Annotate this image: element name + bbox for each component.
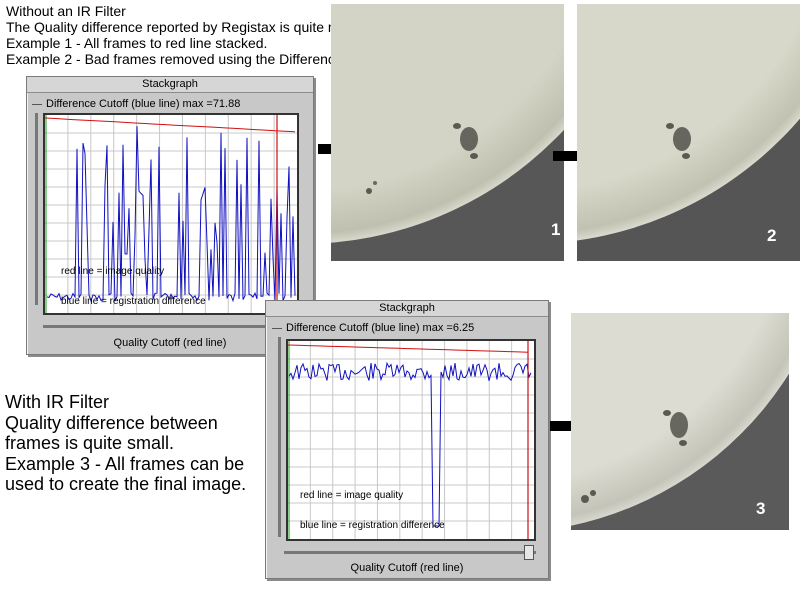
ir-line-3: frames is quite small. — [5, 433, 175, 453]
window-title: Stackgraph — [27, 77, 313, 93]
plot-grid — [288, 341, 534, 539]
sun-photo-2: 2 — [577, 4, 800, 261]
legend-blue-label: blue line = registration difference — [61, 296, 206, 307]
sun-photo-3: 3 — [571, 313, 789, 530]
quality-cutoff-slider[interactable] — [284, 551, 536, 554]
header-marker — [32, 104, 42, 105]
sun-image-1 — [331, 4, 564, 261]
ir-line-2: Quality difference between — [5, 412, 218, 433]
difference-cutoff-header: Difference Cutoff (blue line) max =71.88 — [32, 98, 241, 111]
stackgraph-window-2: Stackgraph Difference Cutoff (blue line)… — [265, 300, 549, 579]
difference-cutoff-slider[interactable] — [278, 337, 281, 537]
legend-red-label: red line = image quality — [61, 266, 165, 277]
image-quality-line — [45, 117, 296, 133]
ir-line-5: used to create the final image. — [5, 474, 247, 494]
legend-blue-label: blue line = registration difference — [300, 520, 445, 531]
photo-number-2: 2 — [767, 226, 777, 245]
quality-cutoff-slider-thumb[interactable] — [524, 545, 534, 560]
sun-image-3 — [571, 313, 789, 530]
ir-line-1: With IR Filter — [5, 392, 110, 412]
quality-cutoff-slider[interactable] — [43, 325, 299, 328]
window-title: Stackgraph — [266, 301, 548, 317]
stackgraph-plot-2: red line = image quality blue line = reg… — [286, 339, 536, 541]
ir-line-4: Example 3 - All frames can be — [5, 453, 245, 474]
stackgraph-plot-2-svg — [288, 341, 534, 539]
legend-red-label: red line = image quality — [300, 490, 404, 501]
difference-cutoff-header: Difference Cutoff (blue line) max =6.25 — [272, 322, 475, 335]
difference-cutoff-label: Difference Cutoff (blue line) max =71.88 — [46, 98, 241, 110]
photo-number-1: 1 — [551, 220, 561, 239]
stackgraph-plot-1: red line = image quality blue line = reg… — [43, 113, 299, 315]
header-marker — [272, 328, 282, 329]
sun-image-2 — [577, 4, 800, 261]
stackgraph-plot-1-svg — [45, 115, 297, 313]
ir-filter-text: With IR Filter Quality difference betwee… — [5, 392, 246, 495]
quality-cutoff-label: Quality Cutoff (red line) — [350, 562, 464, 574]
image-quality-line — [288, 344, 529, 353]
difference-cutoff-slider[interactable] — [35, 113, 38, 305]
sun-photo-1: 1 — [331, 4, 564, 261]
photo-number-3: 3 — [756, 499, 766, 518]
registration-difference-line — [288, 361, 532, 527]
difference-cutoff-label: Difference Cutoff (blue line) max =6.25 — [286, 322, 475, 334]
